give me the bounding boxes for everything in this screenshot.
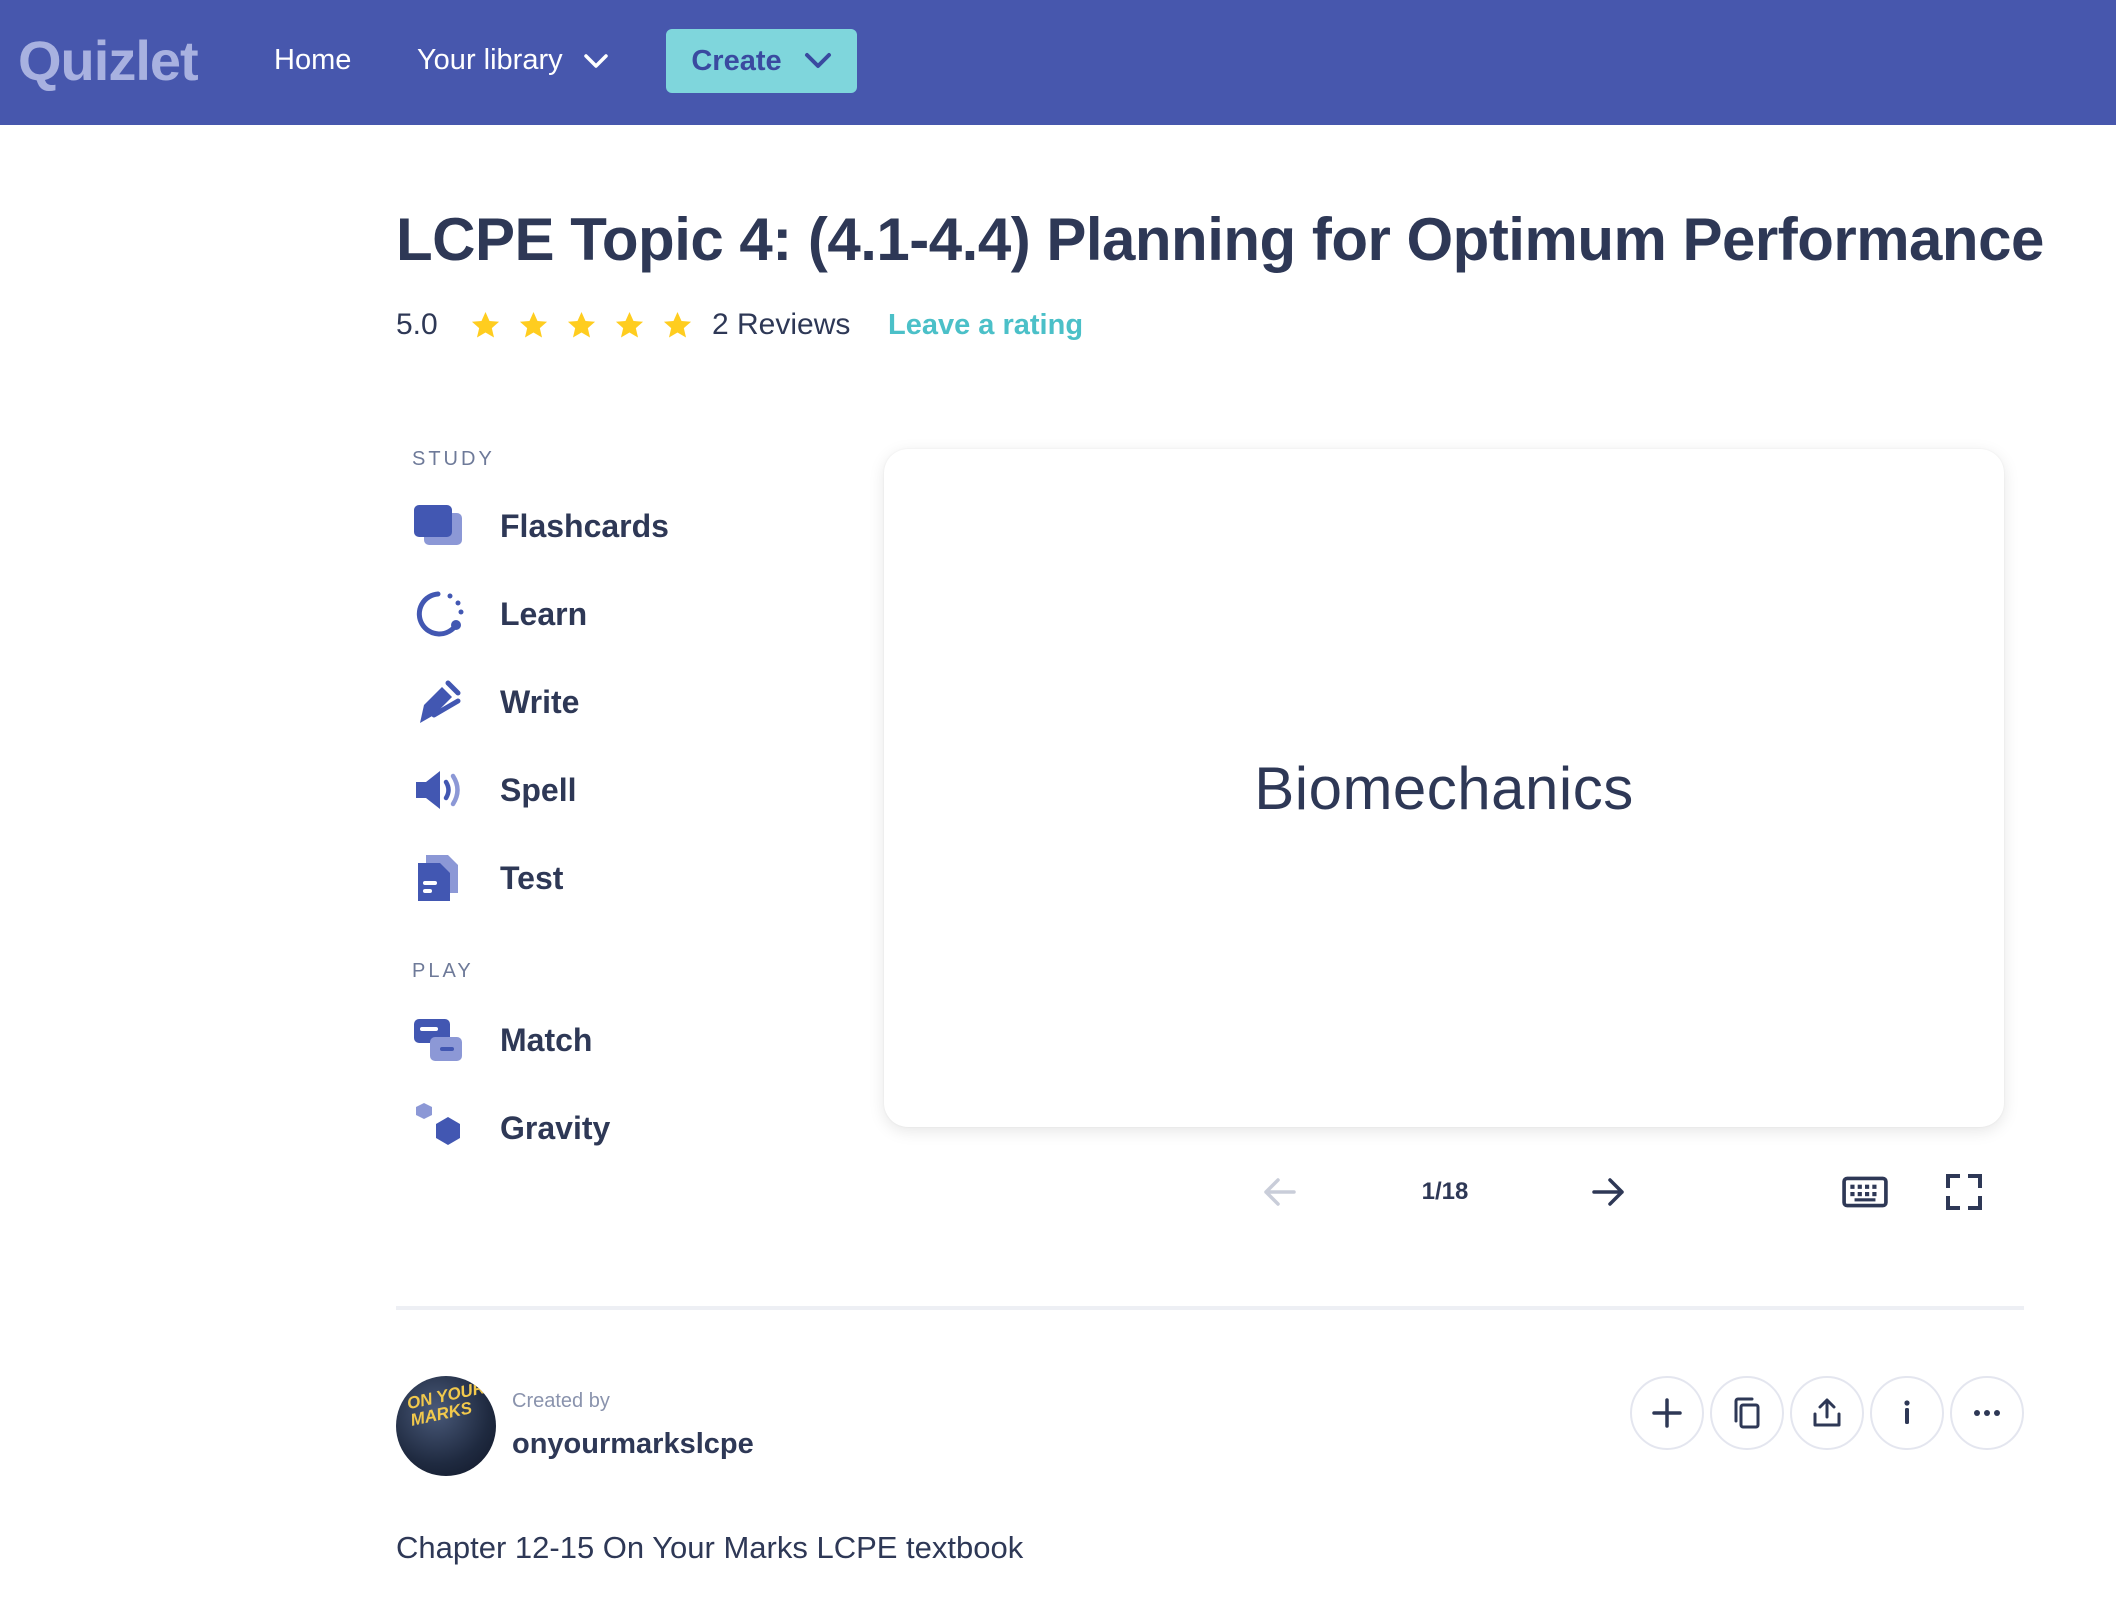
study-mode-learn[interactable]: Learn (412, 586, 587, 642)
star-icon (471, 311, 500, 338)
mode-label: Flashcards (500, 507, 669, 544)
set-actions (1630, 1376, 2024, 1450)
add-to-folder-button[interactable] (1630, 1376, 1704, 1450)
mode-label: Match (500, 1021, 593, 1058)
mode-label: Write (500, 683, 580, 720)
chevron-down-icon (804, 53, 831, 68)
previous-card-button[interactable] (1258, 1170, 1302, 1214)
star-icon (615, 311, 644, 338)
gravity-icon (412, 1100, 472, 1156)
study-mode-flashcards[interactable]: Flashcards (412, 498, 669, 554)
fullscreen-button[interactable] (1942, 1170, 1986, 1214)
nav-home-label: Home (274, 44, 352, 76)
flashcard-term: Biomechanics (1254, 754, 1634, 822)
flashcard[interactable]: Biomechanics (884, 449, 2004, 1127)
set-description: Chapter 12-15 On Your Marks LCPE textboo… (396, 1530, 1024, 1565)
write-icon (412, 674, 472, 730)
copy-set-button[interactable] (1710, 1376, 1784, 1450)
test-icon (412, 850, 472, 906)
card-counter: 1/18 (1421, 1178, 1469, 1205)
plus-icon (1652, 1398, 1682, 1428)
creator-avatar[interactable]: ON YOUR MARKS (396, 1376, 496, 1476)
rating-value: 5.0 (396, 308, 438, 341)
next-card-button[interactable] (1586, 1170, 1630, 1214)
section-divider (396, 1306, 2024, 1310)
star-rating (470, 310, 704, 341)
nav-library-label: Your library (417, 44, 563, 76)
star-icon (663, 311, 692, 338)
nav-home-link[interactable]: Home (274, 44, 351, 77)
mode-label: Gravity (500, 1109, 611, 1146)
copy-icon (1734, 1397, 1760, 1429)
play-mode-gravity[interactable]: Gravity (412, 1100, 610, 1156)
share-button[interactable] (1790, 1376, 1864, 1450)
share-icon (1813, 1398, 1841, 1427)
arrow-left-icon (1264, 1178, 1296, 1206)
mode-label: Spell (500, 771, 577, 808)
arrow-right-icon (1592, 1178, 1624, 1206)
study-mode-test[interactable]: Test (412, 850, 563, 906)
fullscreen-icon (1946, 1174, 1982, 1210)
set-title: LCPE Topic 4: (4.1-4.4) Planning for Opt… (396, 206, 2044, 273)
more-horizontal-icon (1974, 1410, 2000, 1416)
study-mode-spell[interactable]: Spell (412, 762, 576, 818)
creator-username[interactable]: onyourmarkslcpe (512, 1428, 754, 1461)
match-icon (412, 1012, 472, 1068)
rating-row: 5.0 2 Reviews Leave a rating (396, 302, 1083, 348)
flashcards-icon (412, 498, 472, 554)
chevron-down-icon (583, 53, 608, 68)
leave-rating-link[interactable]: Leave a rating (888, 309, 1083, 342)
reviews-count[interactable]: 2 Reviews (712, 308, 888, 342)
keyboard-shortcuts-button[interactable] (1840, 1170, 1890, 1214)
mode-label: Test (500, 859, 564, 896)
avatar-logo-text: ON YOUR MARKS (405, 1378, 487, 1430)
star-icon (567, 311, 596, 338)
play-section-label: PLAY (412, 960, 474, 982)
study-mode-write[interactable]: Write (412, 674, 579, 730)
quizlet-logo[interactable]: Quizlet (18, 28, 199, 93)
info-button[interactable] (1870, 1376, 1944, 1450)
keyboard-icon (1842, 1176, 1888, 1208)
mode-label: Learn (500, 595, 588, 632)
create-button[interactable]: Create (666, 29, 857, 93)
create-label: Create (691, 44, 782, 77)
learn-icon (412, 586, 472, 642)
more-options-button[interactable] (1950, 1376, 2024, 1450)
nav-your-library[interactable]: Your library (417, 44, 609, 77)
spell-icon (412, 762, 472, 818)
star-icon (519, 311, 548, 338)
top-nav: Quizlet Home Your library Create (0, 0, 2116, 125)
play-mode-match[interactable]: Match (412, 1012, 592, 1068)
study-section-label: STUDY (412, 448, 495, 470)
created-by-label: Created by (512, 1390, 610, 1412)
info-icon (1904, 1400, 1910, 1424)
